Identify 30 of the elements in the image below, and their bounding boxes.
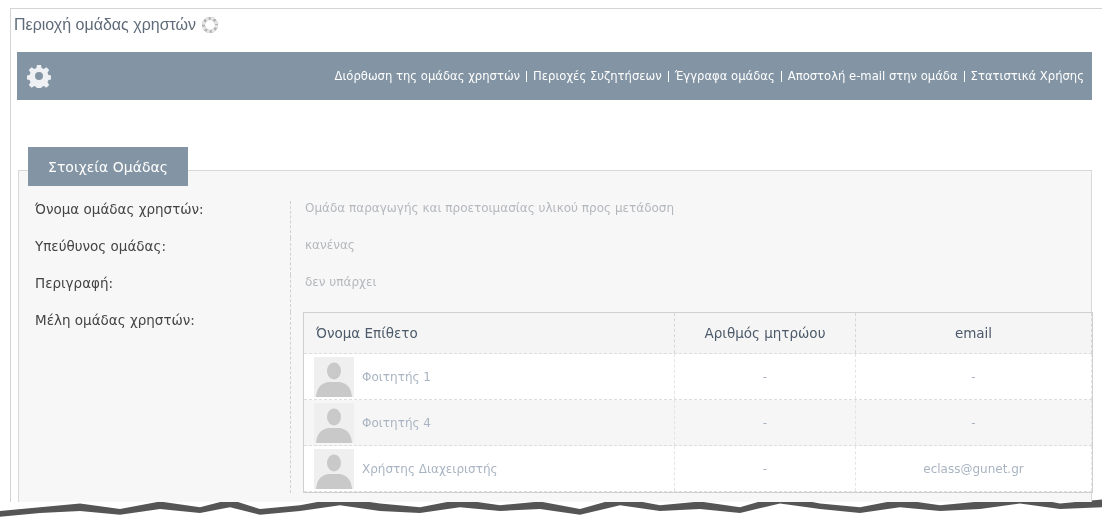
table-cell: eclass@gunet.gr — [923, 461, 1024, 476]
column-header: Όνομα Επίθετο — [304, 313, 675, 353]
field-label: Μέλη ομάδας χρηστών: — [35, 312, 196, 330]
table-cell: - — [762, 369, 768, 384]
table-cell: - — [762, 415, 768, 430]
field-value: δεν υπάρχει — [290, 275, 1093, 312]
member-name[interactable]: Φοιτητής 1 — [362, 369, 431, 384]
field-value: κανένας — [290, 238, 1093, 275]
toolbar-link[interactable]: Αποστολή e-mail στην ομάδα — [787, 69, 958, 83]
column-header: email — [856, 313, 1092, 353]
column-header: Αριθμός μητρώου — [675, 313, 856, 353]
table-cell: - — [762, 461, 768, 476]
help-icon[interactable] — [202, 17, 219, 33]
member-name[interactable]: Φοιτητής 4 — [362, 415, 431, 430]
avatar-icon — [314, 448, 354, 489]
table-cell: - — [971, 415, 976, 430]
toolbar-link[interactable]: Περιοχές Συζητήσεων — [533, 69, 662, 83]
toolbar-link[interactable]: Στατιστικά Χρήσης — [970, 69, 1084, 83]
field-label: Περιγραφή: — [35, 275, 115, 293]
section-title: Στοιχεία Ομάδας — [28, 147, 188, 186]
toolbar-link[interactable]: Έγγραφα ομάδας — [674, 69, 775, 83]
member-name[interactable]: Χρήστης Διαχειριστής — [362, 461, 498, 476]
field-label: Υπεύθυνος ομάδας: — [35, 238, 167, 256]
toolbar-link[interactable]: Διόρθωση της ομάδας χρηστών — [334, 69, 521, 83]
field-value: Ομάδα παραγωγής και προετοιμασίας υλικού προς μετάδοση — [290, 201, 1093, 238]
gear-icon[interactable] — [27, 64, 51, 88]
avatar-icon — [314, 356, 354, 397]
table-cell: - — [971, 369, 976, 384]
field-label: Όνομα ομάδας χρηστών: — [35, 201, 205, 219]
page-title: Περιοχή ομάδας χρηστών — [14, 16, 197, 34]
